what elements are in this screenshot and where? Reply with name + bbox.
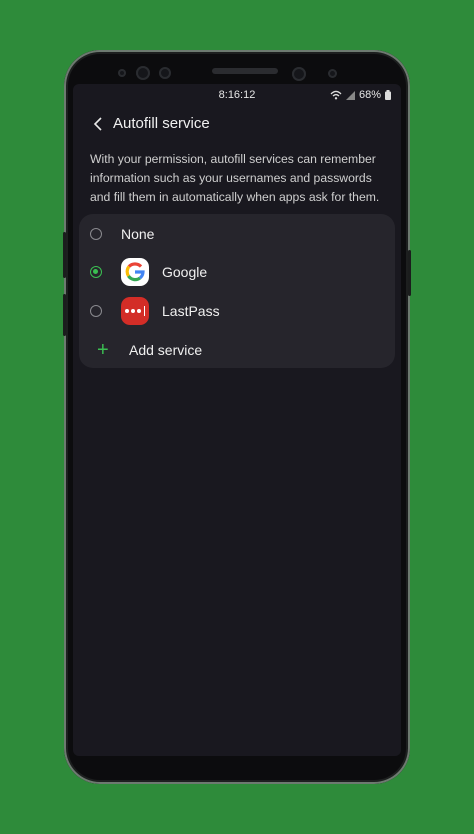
status-icons: 68% [330, 89, 391, 101]
services-list: None Google LastPass + Add service [79, 214, 395, 368]
sensor-icon [118, 69, 126, 77]
add-service-button[interactable]: + Add service [79, 331, 395, 369]
google-icon [121, 258, 149, 286]
camera-icon [292, 67, 306, 81]
battery-icon [385, 90, 391, 100]
option-label-none: None [121, 226, 155, 242]
radio-none[interactable] [90, 228, 102, 240]
app-header: Autofill service [73, 112, 401, 136]
radio-lastpass[interactable] [90, 305, 102, 317]
page-title: Autofill service [113, 115, 210, 132]
front-camera-icon [136, 66, 150, 80]
option-label-lastpass: LastPass [162, 303, 220, 319]
radio-google[interactable] [90, 266, 102, 278]
back-arrow-icon[interactable] [89, 114, 109, 134]
iris-sensor-icon [159, 67, 171, 79]
volume-button [63, 232, 66, 278]
lastpass-icon [121, 297, 149, 325]
option-lastpass[interactable]: LastPass [79, 292, 395, 330]
add-service-label: Add service [129, 342, 203, 358]
wifi-icon [330, 90, 342, 100]
status-bar: 8:16:12 68% [73, 84, 401, 104]
signal-icon [345, 90, 355, 100]
option-label-google: Google [162, 264, 208, 280]
option-none[interactable]: None [79, 215, 395, 253]
proximity-sensor-icon [328, 69, 337, 78]
description-text: With your permission, autofill services … [90, 152, 380, 204]
plus-icon: + [97, 339, 109, 361]
screen: 8:16:12 68% Autofill service With your p… [73, 84, 401, 756]
earpiece-speaker [212, 68, 278, 74]
option-google[interactable]: Google [79, 253, 395, 291]
power-button [408, 250, 411, 296]
bixby-button [63, 294, 66, 336]
battery-percent: 68% [358, 89, 381, 101]
